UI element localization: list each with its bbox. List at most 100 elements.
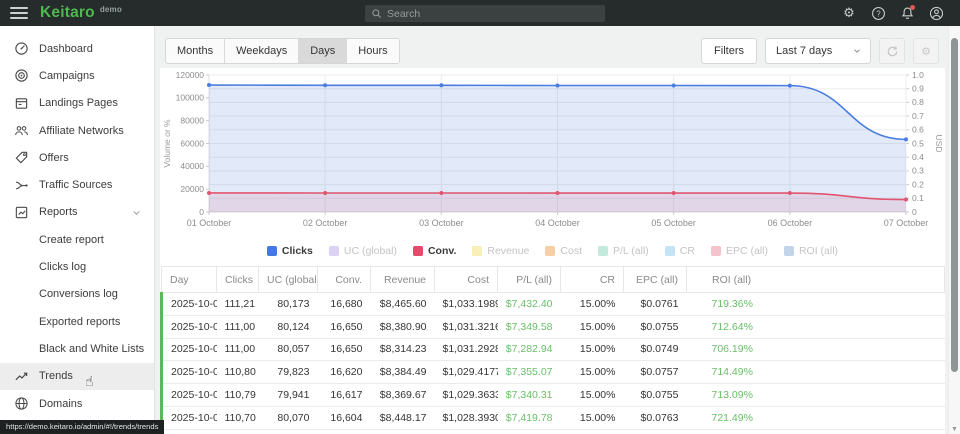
svg-text:0.6: 0.6 <box>912 125 924 135</box>
cell: 714.49% <box>687 361 945 384</box>
svg-text:03 October: 03 October <box>419 218 464 228</box>
cell: $7,340.31 <box>498 384 561 407</box>
legend-item-uc-global[interactable]: UC (global) <box>329 245 397 257</box>
cell: 719.36% <box>687 293 945 316</box>
keitaro-logo[interactable]: Keitarodemo <box>40 4 122 22</box>
cell: $8,384.49 <box>371 361 435 384</box>
legend-item-cost[interactable]: Cost <box>545 245 582 257</box>
sidebar-item-trends[interactable]: Trends <box>0 363 154 390</box>
legend-swatch <box>267 246 277 256</box>
scrollbar-thumb[interactable] <box>951 38 958 372</box>
refresh-icon <box>885 44 900 59</box>
sidebar-item-dashboard[interactable]: Dashboard <box>0 35 154 62</box>
sidebar-item-label: Offers <box>39 152 69 164</box>
tab-weekdays[interactable]: Weekdays <box>225 39 299 63</box>
column-header-p-l-all[interactable]: P/L (all) <box>498 267 561 293</box>
cell: 2025-10-04 <box>162 361 217 384</box>
topbar: Keitarodemo ⚙ ? <box>0 0 960 26</box>
demo-badge: demo <box>100 5 122 14</box>
legend-item-roi-all[interactable]: ROI (all) <box>784 245 838 257</box>
legend-item-conv[interactable]: Conv. <box>413 245 456 257</box>
cell: 706.19% <box>687 338 945 361</box>
status-url: https://demo.keitaro.io/admin/#!/trends/… <box>0 420 164 434</box>
svg-text:0.3: 0.3 <box>912 166 924 176</box>
search-bar[interactable] <box>365 5 605 22</box>
column-header-roi-all[interactable]: ROI (all) <box>687 267 945 293</box>
cell: 2025-10-02 <box>162 315 217 338</box>
cell: $0.0749 <box>624 338 687 361</box>
sidebar-item-affiliate-networks[interactable]: Affiliate Networks <box>0 117 154 144</box>
filters-button[interactable]: Filters <box>701 38 757 64</box>
chart-legend: Clicks UC (global) Conv. Revenue Cost P/L (al… <box>160 242 945 260</box>
sidebar-item-clicks-log[interactable]: Clicks log <box>0 253 154 280</box>
sidebar-item-conversions-log[interactable]: Conversions log <box>0 281 154 308</box>
sidebar-item-reports[interactable]: Reports <box>0 199 154 226</box>
help-icon[interactable]: ? <box>870 5 886 21</box>
table-row: 2025-10-0760,2944,1609,045$4,585.20$562.… <box>162 429 945 434</box>
svg-text:0: 0 <box>912 207 917 217</box>
table-row: 2025-10-05110,7979,94116,617$8,369.67$1,… <box>162 384 945 407</box>
legend-item-cr[interactable]: CR <box>665 245 695 257</box>
scrollbar-track[interactable]: ▼ <box>948 26 960 434</box>
column-header-day[interactable]: Day <box>162 267 217 293</box>
sidebar-item-exported-reports[interactable]: Exported reports <box>0 308 154 335</box>
dashboard-icon <box>13 41 29 56</box>
cell: 16,620 <box>318 361 371 384</box>
cell: 16,680 <box>318 293 371 316</box>
column-header-cost[interactable]: Cost <box>435 267 498 293</box>
cell: $562.1030 <box>435 429 498 434</box>
tab-days[interactable]: Days <box>299 39 347 63</box>
legend-item-epc-all[interactable]: EPC (all) <box>711 245 768 257</box>
sidebar-item-traffic-sources[interactable]: Traffic Sources <box>0 171 154 198</box>
cell: 79,823 <box>259 361 318 384</box>
tab-months[interactable]: Months <box>166 39 225 63</box>
cell: 60,29 <box>217 429 259 434</box>
svg-text:40000: 40000 <box>180 161 204 171</box>
date-range-select[interactable]: Last 7 days <box>765 38 871 64</box>
column-header-revenue[interactable]: Revenue <box>371 267 435 293</box>
account-icon[interactable] <box>928 5 944 21</box>
svg-text:?: ? <box>876 9 881 18</box>
sidebar-item-landings-pages[interactable]: Landings Pages <box>0 90 154 117</box>
column-header-conv[interactable]: Conv. <box>318 267 371 293</box>
chart-settings-button[interactable]: ⚙ <box>913 38 939 64</box>
sidebar-item-campaigns[interactable]: Campaigns <box>0 62 154 89</box>
sidebar-item-label: Landings Pages <box>39 97 118 109</box>
cell: 44,160 <box>259 429 318 434</box>
legend-swatch <box>472 246 482 256</box>
tab-hours[interactable]: Hours <box>347 39 398 63</box>
cell: $7,419.78 <box>498 406 561 429</box>
menu-icon[interactable] <box>10 7 28 19</box>
svg-text:0.9: 0.9 <box>912 84 924 94</box>
cell: 2025-10-03 <box>162 338 217 361</box>
search-input[interactable] <box>387 8 599 20</box>
notification-dot <box>910 5 915 10</box>
legend-item-p-l-all[interactable]: P/L (all) <box>598 245 649 257</box>
sidebar-item-domains[interactable]: Domains <box>0 390 154 417</box>
column-header-uc-global[interactable]: UC (global) <box>259 267 318 293</box>
svg-text:60000: 60000 <box>180 138 204 148</box>
legend-swatch <box>665 246 675 256</box>
cell: $8,314.23 <box>371 338 435 361</box>
column-header-clicks[interactable]: Clicks <box>217 267 259 293</box>
cell: 15.00% <box>561 338 624 361</box>
svg-text:0.2: 0.2 <box>912 179 924 189</box>
offers-icon <box>13 150 29 165</box>
settings-icon[interactable]: ⚙ <box>841 5 857 21</box>
sidebar-item-black-and-white-lists[interactable]: Black and White Lists <box>0 335 154 362</box>
sidebar-item-offers[interactable]: Offers <box>0 144 154 171</box>
sidebar-item-create-report[interactable]: Create report <box>0 226 154 253</box>
legend-item-revenue[interactable]: Revenue <box>472 245 529 257</box>
cell: 111,21 <box>217 293 259 316</box>
cell: $1,031.3216 <box>435 315 498 338</box>
refresh-button[interactable] <box>879 38 905 64</box>
scrollbar-down-arrow[interactable]: ▼ <box>949 426 960 433</box>
legend-item-clicks[interactable]: Clicks <box>267 245 313 257</box>
column-header-cr[interactable]: CR <box>561 267 624 293</box>
cell: 111,00 <box>217 338 259 361</box>
column-header-epc-all[interactable]: EPC (all) <box>624 267 687 293</box>
legend-swatch <box>711 246 721 256</box>
notifications-icon[interactable] <box>899 5 915 21</box>
cell: 9,045 <box>318 429 371 434</box>
cell: $0.0755 <box>624 384 687 407</box>
